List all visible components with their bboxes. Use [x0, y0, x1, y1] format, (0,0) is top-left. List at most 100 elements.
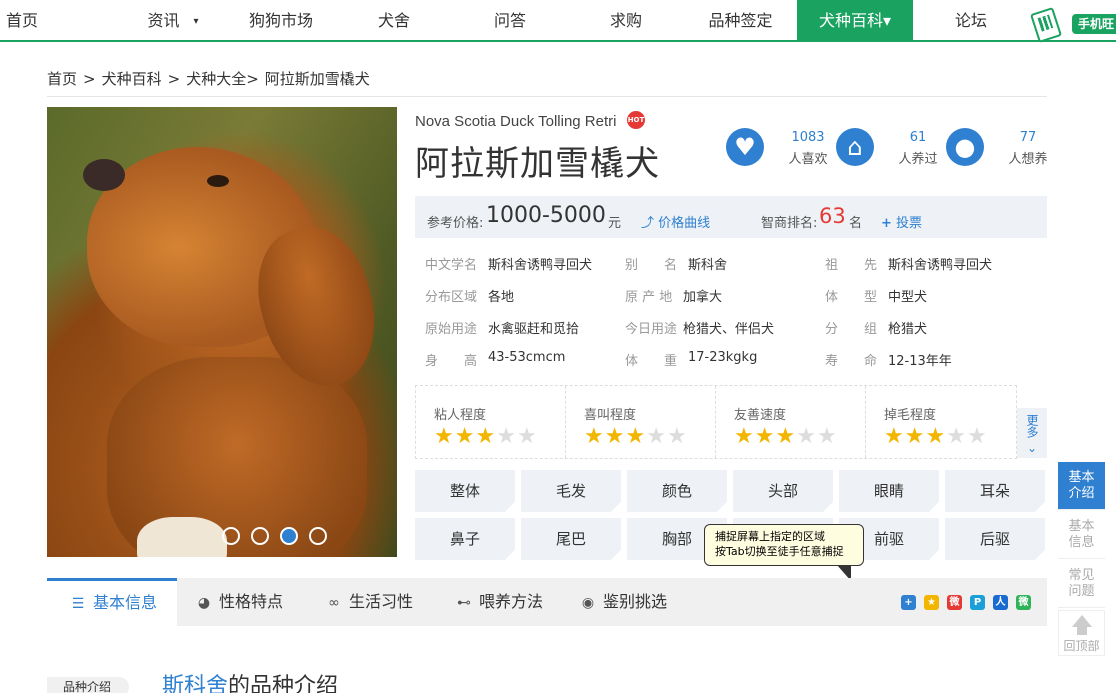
nav-item-5[interactable]: 求购 [568, 0, 684, 42]
wechat-icon[interactable]: 微 [1016, 595, 1031, 610]
star-icon: ★ [604, 424, 626, 449]
face-icon: ◕ [197, 595, 211, 611]
mobile-app-link[interactable]: 手机旺 [1029, 6, 1116, 43]
body-part-button[interactable]: 头部 [733, 470, 833, 512]
side-nav-item[interactable]: 常见问题 [1058, 560, 1105, 608]
body-part-button[interactable]: 毛发 [521, 470, 621, 512]
more-button[interactable]: 更多 ⌄ [1017, 408, 1047, 458]
nav-item-6[interactable]: 品种签定 [684, 0, 797, 42]
nav-item-label: 论坛 [954, 11, 987, 30]
stat-count: 1083 [791, 130, 825, 145]
nav-item-3[interactable]: 犬舍 [336, 0, 452, 42]
tab-label: 鉴别挑选 [603, 592, 668, 611]
trend-icon: ⤴ [641, 216, 655, 231]
breadcrumb-item[interactable]: 首页 [47, 70, 77, 88]
star-icon: ★ [475, 424, 497, 449]
body-part-button[interactable]: 整体 [415, 470, 515, 512]
rating-panel: 粘人程度 ★★★★★ 喜叫程度 ★★★★★ 友善速度 ★★★★★ 掉毛程度 ★★★★★ [415, 385, 1017, 459]
info-key: 体 型 [825, 290, 878, 305]
info-value: 枪猎犬、伴侣犬 [683, 322, 775, 337]
info-value: 中型犬 [888, 290, 928, 305]
carousel-dot[interactable] [222, 527, 240, 545]
tab-3[interactable]: ⊷ 喂养方法 [455, 578, 543, 626]
eye-icon: ◉ [581, 595, 595, 611]
tab-1[interactable]: ◕ 性格特点 [195, 578, 283, 626]
info-key: 别 名 [625, 258, 678, 273]
body-part-label: 眼睛 [873, 482, 904, 500]
nav-item-1[interactable]: 资讯 ▾ [128, 0, 218, 42]
info-key: 原 产 地 [625, 290, 673, 305]
more-label: 更多 [1025, 414, 1039, 438]
body-part-button[interactable]: 后驱 [945, 518, 1045, 560]
nav-item-8[interactable]: 论坛 [913, 0, 1029, 42]
star-icon: ★ [754, 424, 776, 449]
section-title-highlight[interactable]: 斯科舍 [162, 674, 228, 693]
info-value: 17-23kgkg [688, 350, 758, 365]
qzone-icon[interactable]: ★ [924, 595, 939, 610]
breadcrumb-item[interactable]: 阿拉斯加雪橇犬 [265, 70, 370, 88]
tooltip-line-1: 捕捉屏幕上指定的区域 [715, 530, 825, 543]
side-nav-item[interactable]: 基本信息 [1058, 511, 1105, 559]
carousel-dot[interactable] [280, 527, 298, 545]
body-part-label: 颜色 [661, 482, 692, 500]
stat-label: 人养过 [898, 152, 938, 167]
side-nav-item[interactable]: 基本介绍 [1058, 462, 1105, 510]
body-part-button[interactable]: 耳朵 [945, 470, 1045, 512]
rank-unit: 名 [849, 216, 863, 231]
info-key: 身 高 [425, 354, 478, 369]
body-part-button[interactable]: 眼睛 [839, 470, 939, 512]
rating-box: 喜叫程度 ★★★★★ [566, 386, 716, 458]
tencent-icon[interactable]: P [970, 595, 985, 610]
rating-label: 掉毛程度 [884, 408, 937, 423]
star-icon: ★ [946, 424, 967, 449]
star-rating: ★★★★★ [434, 424, 538, 449]
back-to-top-button[interactable]: 回顶部 [1058, 610, 1105, 656]
renren-icon[interactable]: 人 [993, 595, 1008, 610]
tooltip-line-2: 按Tab切换至徒手任意捕捉 [715, 545, 844, 558]
carousel-dot[interactable] [309, 527, 327, 545]
mobile-label: 手机旺 [1072, 14, 1116, 34]
rating-box: 掉毛程度 ★★★★★ [866, 386, 1016, 458]
info-value: 斯科舍诱鸭寻回犬 [488, 258, 593, 273]
breadcrumb-item[interactable]: 犬种大全> [186, 70, 259, 88]
breadcrumb: 首页 > 犬种百科 > 犬种大全> 阿拉斯加雪橇犬 [47, 68, 376, 89]
photo-nose [83, 159, 125, 191]
info-cell: 身 高 43-53cmcm [425, 350, 565, 369]
section-label: 品种介绍 [47, 677, 129, 693]
body-part-label: 毛发 [555, 482, 586, 500]
nav-item-0[interactable]: 首页 [0, 0, 44, 42]
nav-item-7[interactable]: 犬种百科▾ [797, 0, 913, 42]
stat-label: 人想养 [1008, 152, 1048, 167]
star-icon: ★ [966, 424, 988, 449]
nav-item-4[interactable]: 问答 [452, 0, 568, 42]
breed-english-name: Nova Scotia Duck Tolling Retri [415, 113, 617, 130]
info-cell: 中文学名 斯科舍诱鸭寻回犬 [425, 254, 592, 273]
chevron-down-icon: ⌄ [1026, 441, 1038, 455]
body-part-button[interactable]: 鼻子 [415, 518, 515, 560]
share-plus-icon[interactable]: + [901, 595, 916, 610]
breed-photo [47, 107, 397, 557]
info-cell: 寿 命 12-13年年 [825, 350, 952, 369]
info-value: 水禽驱赶和觅拾 [488, 322, 580, 337]
breadcrumb-item[interactable]: 犬种百科 [102, 70, 162, 88]
qr-phone-icon [1029, 7, 1063, 43]
body-part-button[interactable]: 尾巴 [521, 518, 621, 560]
star-icon: ★ [884, 424, 905, 449]
info-value: 加拿大 [683, 290, 723, 305]
infinity-icon: ∞ [328, 595, 340, 611]
weibo-icon[interactable]: 微 [947, 595, 962, 610]
body-part-label: 鼻子 [449, 530, 480, 548]
price-curve-link[interactable]: ⤴ 价格曲线 [641, 212, 710, 231]
star-icon: ★ [625, 424, 647, 449]
body-part-button[interactable]: 颜色 [627, 470, 727, 512]
vote-link[interactable]: + 投票 [881, 212, 922, 231]
star-icon: ★ [496, 424, 517, 449]
nav-item-label: 狗狗市场 [248, 11, 313, 30]
tab-2[interactable]: ∞ 生活习性 [325, 578, 413, 626]
tab-4[interactable]: ◉ 鉴别挑选 [579, 578, 667, 626]
nav-item-2[interactable]: 狗狗市场 [236, 0, 326, 42]
info-cell: 体 型中型犬 [825, 286, 927, 305]
side-nav-label: 基本信息 [1068, 519, 1095, 550]
tab-0[interactable]: ☰ 基本信息 [47, 578, 177, 626]
carousel-dot[interactable] [251, 527, 269, 545]
